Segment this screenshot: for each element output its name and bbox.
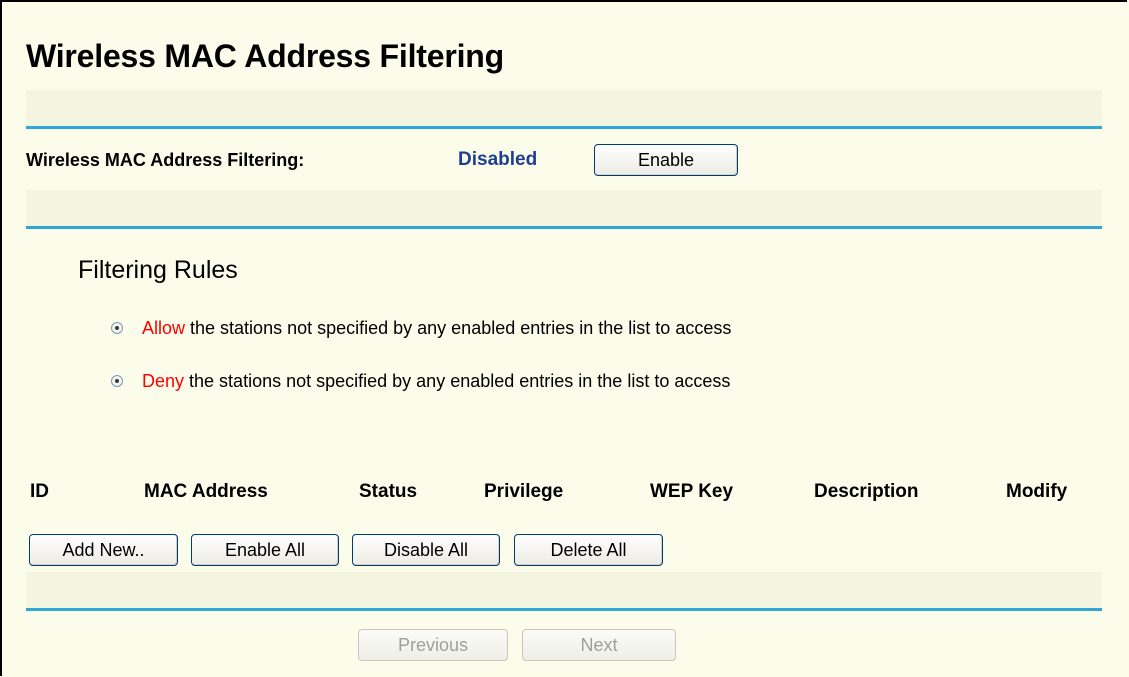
filtering-label: Wireless MAC Address Filtering: xyxy=(26,150,305,170)
deny-radio[interactable] xyxy=(111,375,123,387)
divider xyxy=(26,126,1102,129)
allow-keyword: Allow xyxy=(142,318,186,338)
deny-option-text: the stations not specified by any enable… xyxy=(184,371,731,391)
previous-button[interactable]: Previous xyxy=(358,629,508,661)
title-band xyxy=(26,90,1102,126)
allow-radio[interactable] xyxy=(111,322,123,334)
column-header-modify: Modify xyxy=(1006,481,1068,502)
allow-option-label: Allow the stations not specified by any … xyxy=(142,318,731,339)
status-band xyxy=(26,190,1102,226)
settings-panel: Wireless MAC Address Filtering Wireless … xyxy=(0,0,1127,676)
delete-all-button[interactable]: Delete All xyxy=(514,534,663,566)
column-header-id: ID xyxy=(30,481,49,502)
divider xyxy=(26,226,1102,229)
column-header-wep-key: WEP Key xyxy=(650,481,734,502)
allow-option-text: the stations not specified by any enable… xyxy=(185,318,732,338)
divider xyxy=(26,608,1102,611)
enable-all-button[interactable]: Enable All xyxy=(191,534,339,566)
disable-all-button[interactable]: Disable All xyxy=(352,534,500,566)
column-header-status: Status xyxy=(359,481,418,502)
filtering-status: Disabled xyxy=(458,149,538,170)
enable-button[interactable]: Enable xyxy=(594,144,738,176)
actions-band xyxy=(26,572,1102,608)
next-button[interactable]: Next xyxy=(522,629,676,661)
column-header-privilege: Privilege xyxy=(484,481,564,502)
page-title: Wireless MAC Address Filtering xyxy=(26,38,504,74)
add-new-button[interactable]: Add New.. xyxy=(29,534,178,566)
column-header-mac-address: MAC Address xyxy=(144,481,268,502)
deny-keyword: Deny xyxy=(142,371,185,391)
column-header-description: Description xyxy=(814,481,919,502)
deny-option-label: Deny the stations not specified by any e… xyxy=(142,371,730,392)
filtering-rules-heading: Filtering Rules xyxy=(78,256,238,284)
